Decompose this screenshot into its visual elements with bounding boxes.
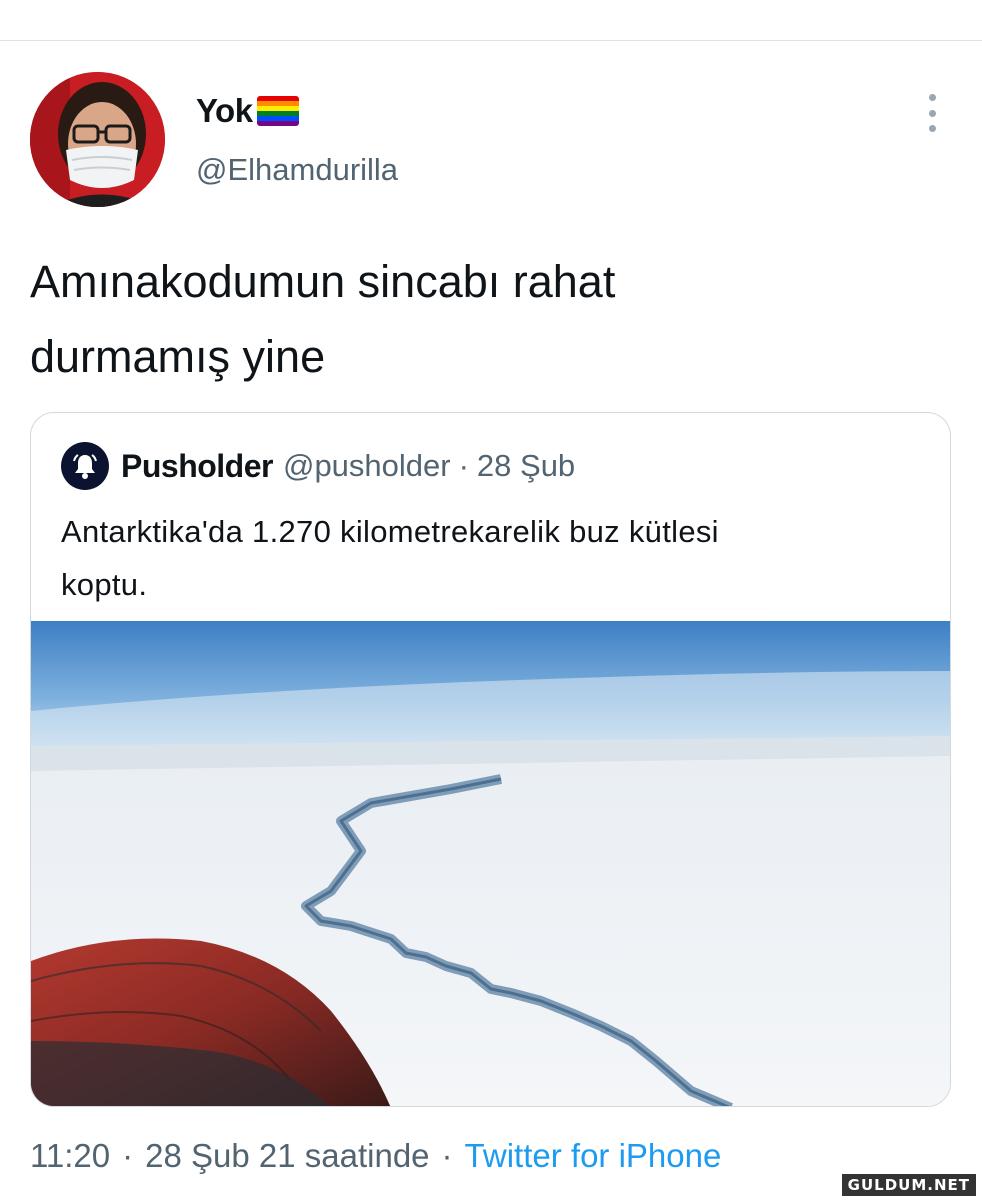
- author-name-row[interactable]: Yok: [196, 90, 299, 132]
- quoted-tweet-text: Antarktika'da 1.270 kilometrekarelik buz…: [61, 505, 921, 611]
- tweet-date[interactable]: 28 Şub 21 saatinde: [145, 1137, 429, 1175]
- quoted-tweet-media[interactable]: [31, 621, 950, 1106]
- tweet-text-line: Amınakodumun sincabı rahat: [30, 256, 616, 307]
- tweet-text: Amınakodumun sincabı rahat durmamış yine: [30, 244, 930, 394]
- top-divider: [0, 40, 982, 41]
- tweet-meta: 11:20 · 28 Şub 21 saatinde · Twitter for…: [30, 1134, 721, 1178]
- profile-photo-icon: [30, 72, 165, 207]
- quoted-author-name[interactable]: Pusholder: [121, 448, 273, 485]
- quoted-text-line: koptu.: [61, 567, 148, 602]
- bell-icon: [73, 454, 97, 479]
- quoted-text-line: Antarktika'da 1.270 kilometrekarelik buz…: [61, 514, 719, 549]
- antarctic-ice-crack-photo: [31, 621, 950, 1106]
- quoted-tweet-card[interactable]: Pusholder @pusholder · 28 Şub Antarktika…: [30, 412, 951, 1107]
- tweet-text-line: durmamış yine: [30, 331, 326, 382]
- separator-dot: ·: [458, 448, 469, 483]
- quoted-author-handle[interactable]: @pusholder: [283, 448, 451, 484]
- quoted-tweet-date[interactable]: 28 Şub: [477, 448, 575, 484]
- author-display-name[interactable]: Yok: [196, 92, 253, 130]
- tweet-time[interactable]: 11:20: [30, 1137, 110, 1175]
- tweet-detail-page: Yok @Elhamdurilla Amınakodumun sincabı r…: [0, 0, 982, 1200]
- author-avatar[interactable]: [30, 72, 165, 207]
- separator-dot: ·: [441, 1137, 453, 1174]
- more-options-icon[interactable]: [918, 94, 946, 132]
- rainbow-flag-icon: [256, 96, 299, 126]
- author-handle[interactable]: @Elhamdurilla: [196, 152, 398, 188]
- watermark-logo: GULDUM.NET: [841, 1174, 976, 1196]
- quoted-author-avatar[interactable]: [61, 442, 109, 490]
- quoted-tweet-header: Pusholder @pusholder · 28 Şub: [61, 441, 575, 491]
- separator-dot: ·: [122, 1137, 134, 1174]
- tweet-source-link[interactable]: Twitter for iPhone: [465, 1137, 722, 1175]
